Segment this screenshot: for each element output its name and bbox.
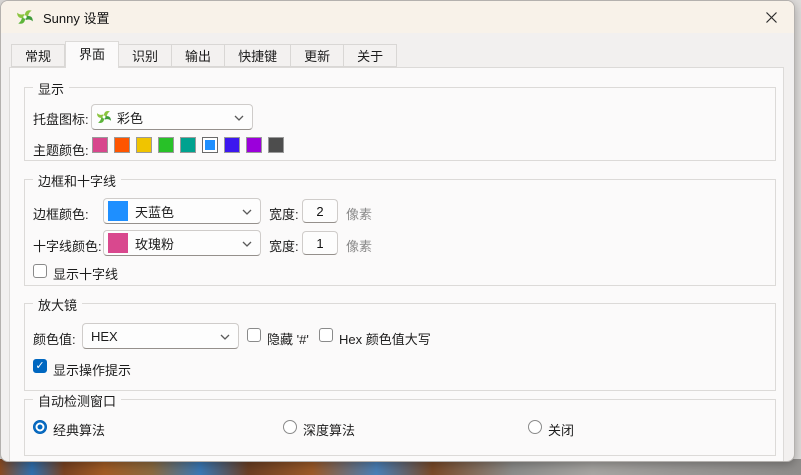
border-color-label: 边框颜色: xyxy=(33,204,89,223)
titlebar[interactable]: Sunny 设置 xyxy=(1,1,794,33)
close-icon xyxy=(765,11,778,24)
theme-swatch-pink[interactable] xyxy=(92,137,108,153)
window-title: Sunny 设置 xyxy=(43,8,109,27)
show-tips-label[interactable]: 显示操作提示 xyxy=(53,360,131,379)
radio-classic-algorithm[interactable] xyxy=(33,420,47,434)
crosshair-color-label: 十字线颜色: xyxy=(33,236,102,255)
chevron-down-icon xyxy=(241,206,253,218)
tray-color-icon xyxy=(96,109,112,125)
tab-page-interface: 显示 托盘图标: 彩色 主题颜色: xyxy=(9,67,784,462)
theme-swatch-purple[interactable] xyxy=(246,137,262,153)
group-autodetect-legend: 自动检测窗口 xyxy=(33,391,121,410)
border-color-value: 天蓝色 xyxy=(135,202,174,221)
group-magnifier-legend: 放大镜 xyxy=(33,295,82,314)
crosshair-color-swatch xyxy=(108,233,128,253)
crosshair-width-label: 宽度: xyxy=(269,236,299,255)
tray-icon-value: 彩色 xyxy=(117,108,143,127)
tray-icon-label: 托盘图标: xyxy=(33,109,89,128)
theme-swatch-green[interactable] xyxy=(158,137,174,153)
radio-off-label[interactable]: 关闭 xyxy=(548,420,574,439)
border-width-unit: 像素 xyxy=(346,204,372,223)
tab-about[interactable]: 关于 xyxy=(344,44,397,67)
hex-uppercase-label[interactable]: Hex 颜色值大写 xyxy=(339,329,431,348)
theme-swatch-indigo[interactable] xyxy=(224,137,240,153)
tab-output[interactable]: 输出 xyxy=(172,44,225,67)
group-border-crosshair: 边框和十字线 边框颜色: 天蓝色 宽度: 像素 十字线颜色: 玫瑰粉 xyxy=(24,179,776,286)
chevron-down-icon xyxy=(219,331,231,343)
color-format-value: HEX xyxy=(91,329,118,344)
border-color-swatch xyxy=(108,201,128,221)
show-crosshair-label[interactable]: 显示十字线 xyxy=(53,264,118,283)
crosshair-color-value: 玫瑰粉 xyxy=(135,234,174,253)
color-value-label: 颜色值: xyxy=(33,329,76,348)
show-crosshair-checkbox[interactable] xyxy=(33,264,47,278)
border-width-input[interactable] xyxy=(302,199,338,223)
group-autodetect: 自动检测窗口 经典算法 深度算法 关闭 xyxy=(24,399,776,456)
chevron-down-icon xyxy=(241,238,253,250)
tab-interface[interactable]: 界面 xyxy=(65,41,119,68)
group-magnifier: 放大镜 颜色值: HEX 隐藏 '#' Hex 颜色值大写 ✓ 显示操作提示 xyxy=(24,303,776,391)
show-tips-checkbox[interactable]: ✓ xyxy=(33,359,47,373)
group-display: 显示 托盘图标: 彩色 主题颜色: xyxy=(24,87,776,161)
crosshair-width-input[interactable] xyxy=(302,231,338,255)
group-display-legend: 显示 xyxy=(33,79,69,98)
tab-recognition[interactable]: 识别 xyxy=(119,44,172,67)
radio-deep-algorithm[interactable] xyxy=(283,420,297,434)
tab-strip: 常规 界面 识别 输出 快捷键 更新 关于 xyxy=(11,41,397,67)
crosshair-color-select[interactable]: 玫瑰粉 xyxy=(103,230,261,256)
theme-swatch-gray[interactable] xyxy=(268,137,284,153)
border-color-select[interactable]: 天蓝色 xyxy=(103,198,261,224)
hex-uppercase-checkbox[interactable] xyxy=(319,328,333,342)
theme-color-label: 主题颜色: xyxy=(33,140,89,159)
radio-classic-label[interactable]: 经典算法 xyxy=(53,420,105,439)
radio-off[interactable] xyxy=(528,420,542,434)
tab-general[interactable]: 常规 xyxy=(11,44,65,67)
app-icon xyxy=(16,8,34,26)
group-border-legend: 边框和十字线 xyxy=(33,171,121,190)
color-format-select[interactable]: HEX xyxy=(82,323,239,349)
theme-swatch-blue-selected[interactable] xyxy=(202,137,218,153)
hide-hash-label[interactable]: 隐藏 '#' xyxy=(267,329,309,348)
tray-icon-select[interactable]: 彩色 xyxy=(91,104,253,130)
theme-color-swatches xyxy=(92,137,284,153)
tab-update[interactable]: 更新 xyxy=(291,44,344,67)
chevron-down-icon xyxy=(233,112,245,124)
radio-deep-label[interactable]: 深度算法 xyxy=(303,420,355,439)
close-button[interactable] xyxy=(748,1,794,33)
hide-hash-checkbox[interactable] xyxy=(247,328,261,342)
theme-swatch-teal[interactable] xyxy=(180,137,196,153)
theme-swatch-gold[interactable] xyxy=(136,137,152,153)
theme-swatch-orange[interactable] xyxy=(114,137,130,153)
crosshair-width-unit: 像素 xyxy=(346,236,372,255)
tab-hotkeys[interactable]: 快捷键 xyxy=(225,44,291,67)
border-width-label: 宽度: xyxy=(269,204,299,223)
settings-window: Sunny 设置 常规 界面 识别 输出 快捷键 更新 关于 显示 托盘图标: xyxy=(0,0,795,462)
